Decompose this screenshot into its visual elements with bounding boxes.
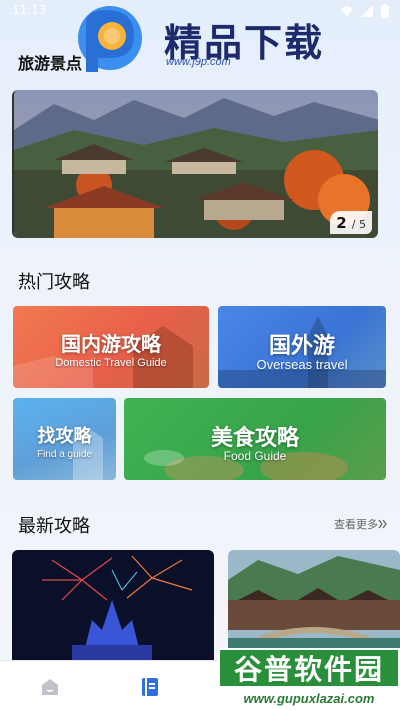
logo-badge-icon	[78, 6, 142, 72]
watermark-bottom-title: 谷普软件园	[218, 648, 400, 688]
home-icon[interactable]	[38, 675, 62, 699]
watermark-bottom: 谷普软件园 www.gupuxlazai.com	[218, 648, 400, 710]
domestic-guide-title: 国内游攻略	[61, 332, 161, 356]
section-title-hot: 热门攻略	[18, 272, 90, 293]
banner-carousel[interactable]: 2 / 5	[12, 90, 378, 238]
status-icons	[340, 4, 390, 18]
section-title-latest: 最新攻略	[18, 516, 90, 537]
domestic-guide-card[interactable]: 国内游攻略 Domestic Travel Guide	[13, 306, 209, 388]
wifi-icon	[341, 6, 353, 16]
find-guide-title: 找攻略	[37, 426, 92, 447]
banner-total-pages: / 5	[351, 218, 366, 231]
watermark-logo: 精品下载 www.j9p.com	[72, 2, 332, 78]
banner-current-page: 2	[336, 214, 347, 232]
banner-image	[14, 90, 378, 238]
signal-icon	[361, 5, 373, 17]
food-guide-title: 美食攻略	[210, 426, 299, 451]
latest-guide-card[interactable]	[12, 550, 214, 660]
status-time: 11:13	[12, 3, 47, 17]
overseas-guide-subtitle: Overseas travel	[256, 357, 348, 372]
food-guide-subtitle: Food Guide	[223, 449, 287, 463]
guide-list-icon[interactable]	[138, 675, 162, 699]
latest-guide-image-town	[228, 550, 400, 660]
double-chevron-right-icon	[378, 519, 387, 529]
domestic-guide-subtitle: Domestic Travel Guide	[55, 357, 167, 369]
latest-guide-card[interactable]	[228, 550, 400, 660]
banner-page-counter: 2 / 5	[330, 211, 372, 234]
see-more-label: 查看更多	[334, 518, 378, 531]
watermark-url: www.j9p.com	[166, 56, 231, 68]
overseas-guide-title: 国外游	[268, 334, 335, 359]
find-guide-card[interactable]: 找攻略 Find a guide	[13, 398, 116, 480]
battery-icon	[381, 4, 389, 18]
food-guide-card[interactable]: 美食攻略 Food Guide	[124, 398, 386, 480]
see-more-link[interactable]: 查看更多	[334, 516, 388, 532]
overseas-guide-card[interactable]: 国外游 Overseas travel	[218, 306, 386, 388]
latest-guide-image-fireworks	[12, 550, 214, 660]
watermark-bottom-url: www.gupuxlazai.com	[218, 688, 400, 710]
find-guide-subtitle: Find a guide	[36, 449, 93, 460]
